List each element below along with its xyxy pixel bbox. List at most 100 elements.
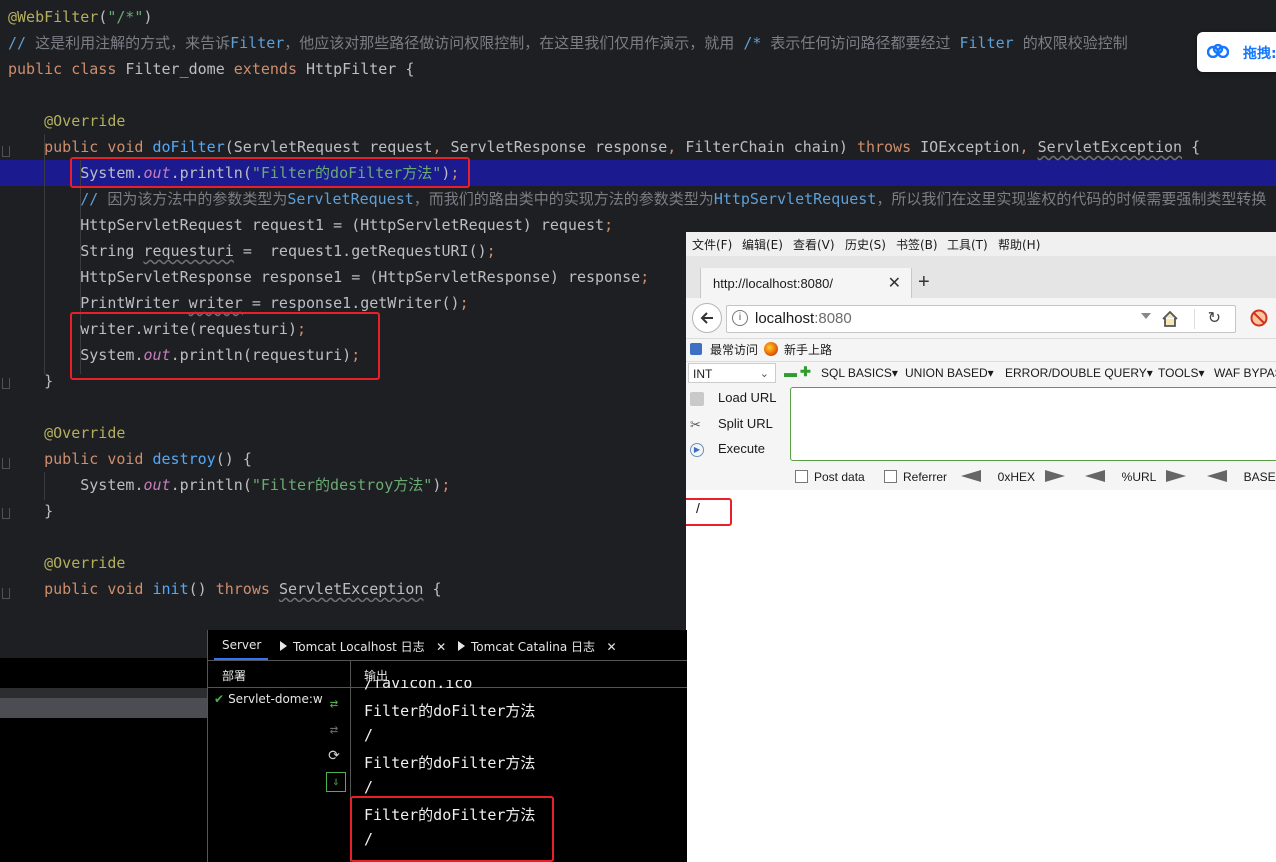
hackbar-url-textarea[interactable] [790, 387, 1276, 461]
decode-arrow-icon [1045, 470, 1066, 482]
split-url-button[interactable]: ✂ Split URL [690, 416, 773, 432]
execute-button[interactable]: ▶ Execute [690, 441, 765, 457]
referrer-checkbox[interactable]: Referrer [884, 470, 947, 484]
code-line[interactable]: // 因为该方法中的参数类型为ServletRequest，而我们的路由类中的实… [8, 186, 1266, 212]
output-line: / [364, 778, 374, 796]
close-tab-icon[interactable]: ✕ [888, 273, 901, 293]
code-line[interactable]: System.out.println("Filter的destroy方法"); [8, 472, 450, 498]
separator [1194, 309, 1195, 329]
code-line[interactable]: // 这是利用注解的方式，来告诉Filter，他应该对那些路径做访问权限控制，在… [8, 30, 1128, 56]
code-line[interactable]: @WebFilter("/*") [8, 4, 153, 30]
browser-tab[interactable]: http://localhost:8080/ ✕ [700, 268, 912, 300]
log-icon [280, 641, 287, 651]
menu-view[interactable]: 查看(V) [793, 236, 835, 253]
code-line[interactable]: } [8, 368, 53, 394]
check-icon: ✔ [214, 692, 225, 706]
back-arrow-icon [700, 312, 713, 324]
menu-edit[interactable]: 编辑(E) [742, 236, 783, 253]
plus-icon[interactable]: ✚ [800, 364, 811, 380]
hackbar-menu-error-double-query[interactable]: ERROR/DOUBLE QUERY▾ [1005, 366, 1153, 380]
undeploy-icon[interactable]: ⇄ [326, 722, 342, 738]
code-line[interactable]: HttpServletRequest request1 = (HttpServl… [8, 212, 613, 238]
output-line: Filter的doFilter方法 [364, 702, 536, 720]
close-tab-icon: ✕ [606, 640, 617, 654]
code-line[interactable]: public void destroy() { [8, 446, 252, 472]
url-encoder[interactable]: %URL [1085, 470, 1187, 484]
hackbar-menu-tools[interactable]: TOOLS▾ [1158, 366, 1204, 380]
deploy-header: 部署 [222, 669, 247, 683]
back-button[interactable] [692, 303, 722, 333]
services-panel: Server Tomcat Localhost 日志 ✕ Tomcat Cata… [207, 630, 687, 862]
selected-row[interactable] [0, 698, 207, 718]
hex-encoder[interactable]: 0xHEX [961, 470, 1066, 484]
tab-title: http://localhost:8080/ [713, 276, 833, 291]
tab-strip: http://localhost:8080/ ✕ + [686, 256, 1276, 300]
base64-encoder[interactable]: BASE64 [1207, 470, 1276, 484]
info-icon[interactable]: i [732, 310, 748, 326]
refresh-icon[interactable]: ⟳ [326, 748, 342, 764]
code-line[interactable]: } [8, 498, 53, 524]
menu-file[interactable]: 文件(F) [692, 236, 732, 253]
close-tab-icon: ✕ [436, 640, 447, 654]
scissors-icon: ✂ [690, 416, 701, 432]
menu-bookmarks[interactable]: 书签(B) [896, 236, 938, 253]
encode-arrow-icon [1207, 470, 1227, 482]
output-line: / [364, 726, 374, 744]
bookmarks-toolbar: 最常访问 新手上路 [686, 339, 1276, 361]
code-line[interactable]: String requesturi = request1.getRequestU… [8, 238, 495, 264]
tab-tomcat-localhost-log[interactable]: Tomcat Localhost 日志 ✕ [280, 638, 446, 655]
decode-arrow-icon [1166, 470, 1187, 482]
navigation-bar: i localhost:8080 ↻ [686, 298, 1276, 339]
minus-icon[interactable]: ▬ [784, 365, 797, 380]
deployment-item[interactable]: ✔ Servlet-dome:w [214, 692, 323, 706]
run-tabs: Server Tomcat Localhost 日志 ✕ Tomcat Cata… [208, 630, 687, 661]
firefox-icon [764, 342, 778, 356]
load-url-icon [690, 391, 704, 406]
hackbar-menu-sql-basics[interactable]: SQL BASICS▾ [821, 366, 898, 380]
tool-window-left [0, 630, 207, 862]
tab-server[interactable]: Server [222, 638, 261, 652]
menu-bar: 文件(F) 编辑(E) 查看(V) 历史(S) 书签(B) 工具(T) 帮助(H… [686, 232, 1276, 256]
encode-arrow-icon [961, 470, 981, 482]
code-line[interactable]: @Override [8, 420, 125, 446]
menu-history[interactable]: 历史(S) [845, 236, 886, 253]
browser-window: 文件(F) 编辑(E) 查看(V) 历史(S) 书签(B) 工具(T) 帮助(H… [686, 232, 1276, 862]
hackbar-select[interactable]: INT ⌄ [688, 363, 776, 383]
baidu-netdisk-widget[interactable]: 拖拽: [1197, 32, 1276, 72]
deploy-icon[interactable]: ⇄ [326, 696, 342, 712]
home-icon[interactable] [1161, 310, 1179, 328]
load-url-button[interactable]: Load URL [690, 390, 777, 406]
bookmark-most-visited[interactable]: 最常访问 [710, 341, 758, 358]
highlight-box-response [686, 498, 732, 526]
log-icon [458, 641, 465, 651]
dropdown-icon[interactable] [1141, 313, 1151, 319]
tab-tomcat-catalina-log[interactable]: Tomcat Catalina 日志 ✕ [458, 638, 617, 655]
hackbar-menu-union-based[interactable]: UNION BASED▾ [905, 366, 994, 380]
bookmark-folder-icon [690, 343, 702, 355]
highlight-box-writer [70, 312, 380, 380]
cloud-icon [1207, 44, 1229, 58]
code-line[interactable]: public class Filter_dome extends HttpFil… [8, 56, 414, 82]
active-tab-indicator [214, 658, 268, 660]
block-addon-icon[interactable] [1250, 309, 1268, 327]
highlight-box-console [350, 796, 554, 862]
code-line[interactable]: public void init() throws ServletExcepti… [8, 576, 441, 602]
hackbar-panel: INT ⌄ ▬ ✚ SQL BASICS▾ UNION BASED▾ ERROR/… [686, 361, 1276, 491]
url-text: localhost:8080 [755, 310, 852, 327]
widget-label: 拖拽: [1243, 46, 1276, 62]
post-data-checkbox[interactable]: Post data [795, 470, 865, 484]
code-line[interactable]: @Override [8, 108, 125, 134]
reload-icon[interactable]: ↻ [1208, 308, 1221, 328]
update-resources-icon[interactable]: ⇓ [326, 772, 346, 792]
encode-arrow-icon [1085, 470, 1105, 482]
menu-tools[interactable]: 工具(T) [947, 236, 988, 253]
hackbar-menu-waf-bypass[interactable]: WAF BYPASS [1214, 366, 1276, 380]
address-bar[interactable]: i localhost:8080 ↻ [726, 305, 1236, 333]
code-line[interactable]: HttpServletResponse response1 = (HttpSer… [8, 264, 649, 290]
play-icon: ▶ [690, 442, 704, 457]
bookmark-getting-started[interactable]: 新手上路 [784, 341, 832, 358]
code-line[interactable]: @Override [8, 550, 125, 576]
new-tab-icon[interactable]: + [918, 272, 930, 292]
page-content: / [686, 490, 1276, 862]
menu-help[interactable]: 帮助(H) [998, 236, 1040, 253]
